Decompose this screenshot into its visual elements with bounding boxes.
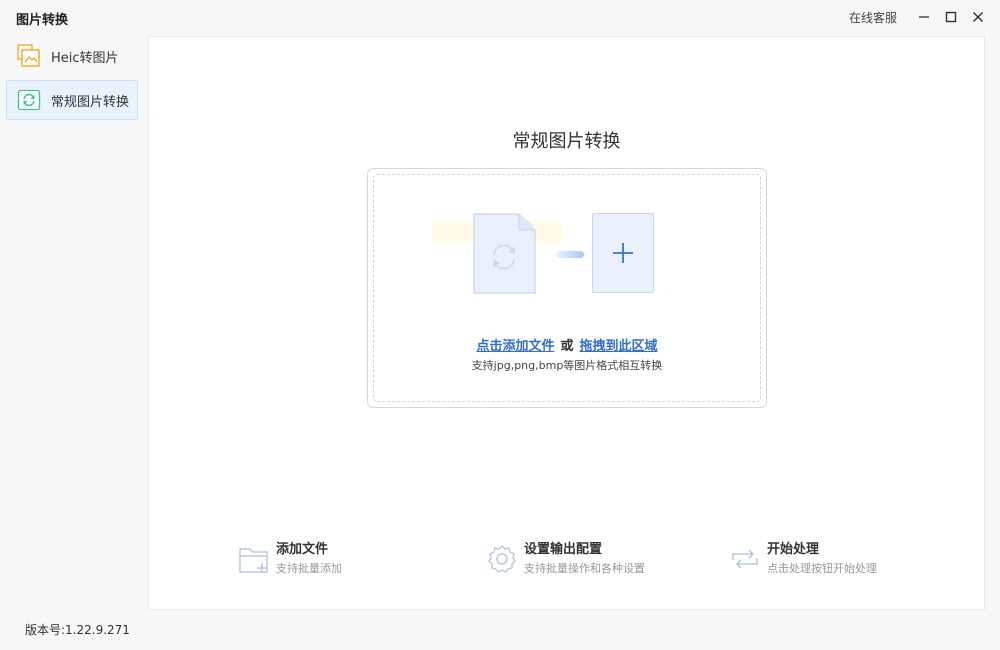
workflow-steps: 添加文件 支持批量添加 设置输出配置 支持批量操作和各种设置 开始处理 点击处理…	[149, 542, 984, 582]
convert-refresh-icon	[17, 88, 41, 112]
step-title: 开始处理	[767, 542, 820, 557]
drop-instructions: 点击添加文件或拖拽到此区域	[368, 335, 766, 354]
title-bar: 图片转换 在线客服	[0, 0, 1000, 36]
page-title: 常规图片转换	[512, 131, 621, 152]
file-drop-zone[interactable]: 点击添加文件或拖拽到此区域 支持jpg,png,bmp等图片格式相互转换	[367, 168, 767, 408]
step-subtitle: 支持批量操作和各种设置	[524, 562, 645, 575]
click-add-file-link[interactable]: 点击添加文件	[476, 339, 554, 354]
step-subtitle: 支持批量添加	[276, 562, 342, 575]
drag-here-link[interactable]: 拖拽到此区域	[580, 339, 658, 354]
maximize-icon	[945, 11, 957, 23]
sidebar-item-label: Heic转图片	[51, 50, 119, 66]
window-controls: 在线客服	[849, 6, 990, 28]
minimize-icon	[919, 16, 929, 18]
step-title: 添加文件	[276, 542, 329, 557]
or-text: 或	[560, 339, 574, 354]
step-add-files[interactable]: 添加文件 支持批量添加	[238, 542, 342, 576]
sidebar-item-general-convert[interactable]: 常规图片转换	[6, 80, 138, 120]
heic-image-icon	[17, 44, 41, 68]
plus-icon	[613, 243, 633, 263]
main-panel: 常规图片转换 点击添加文件或拖拽到此区域 支持jpg,png,bmp等图片格式相…	[148, 36, 985, 610]
close-icon	[973, 12, 983, 22]
sidebar-item-heic[interactable]: Heic转图片	[6, 36, 138, 76]
sidebar: Heic转图片 常规图片转换	[6, 36, 138, 124]
step-output-settings[interactable]: 设置输出配置 支持批量操作和各种设置	[486, 542, 645, 576]
maximize-button[interactable]	[939, 6, 963, 28]
illustration-connector	[556, 251, 584, 258]
supported-formats-hint: 支持jpg,png,bmp等图片格式相互转换	[471, 359, 663, 372]
step-text: 开始处理 点击处理按钮开始处理	[767, 542, 877, 575]
drop-illustration	[432, 209, 664, 299]
folder-add-icon	[238, 542, 270, 576]
image-file-icon	[473, 213, 536, 294]
app-title: 图片转换	[16, 13, 69, 28]
step-text: 设置输出配置 支持批量操作和各种设置	[524, 542, 645, 575]
gear-icon	[486, 542, 518, 576]
sidebar-item-label: 常规图片转换	[51, 94, 130, 110]
version-label: 版本号:1.22.9.271	[25, 623, 130, 637]
repeat-icon	[729, 542, 761, 576]
step-start-processing[interactable]: 开始处理 点击处理按钮开始处理	[729, 542, 877, 576]
step-text: 添加文件 支持批量添加	[276, 542, 342, 575]
minimize-button[interactable]	[912, 6, 936, 28]
add-file-tile	[592, 213, 654, 293]
close-button[interactable]	[966, 6, 990, 28]
online-service-link[interactable]: 在线客服	[849, 9, 897, 26]
step-title: 设置输出配置	[524, 542, 603, 557]
step-subtitle: 点击处理按钮开始处理	[767, 562, 877, 575]
